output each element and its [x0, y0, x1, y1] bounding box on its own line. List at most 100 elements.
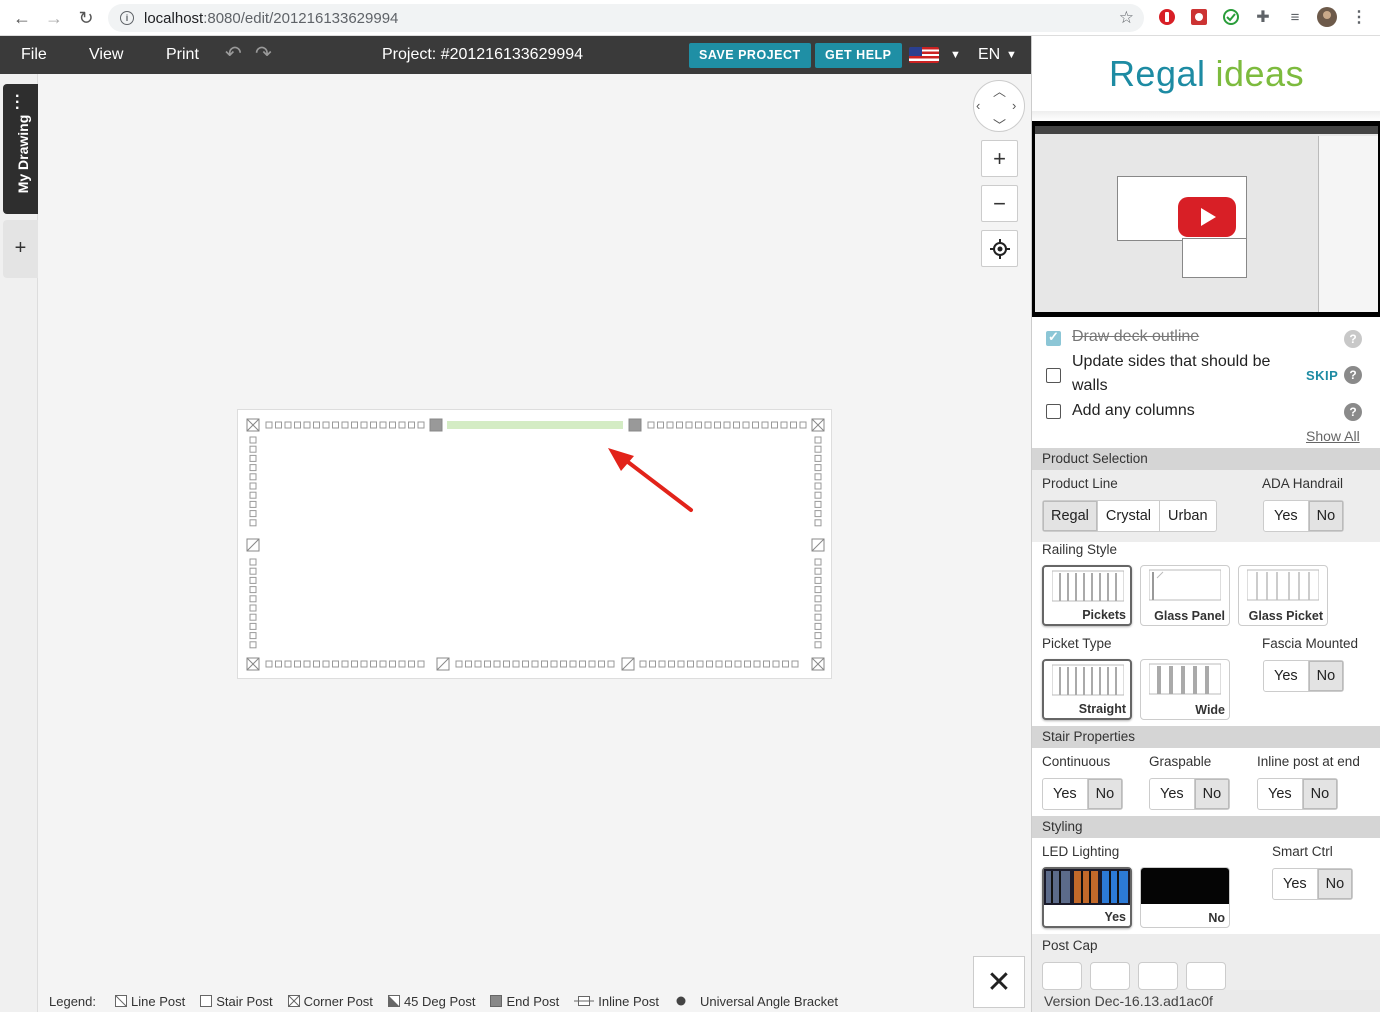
deck-drawing[interactable]: [237, 409, 832, 679]
stair-post[interactable]: [249, 445, 257, 453]
add-drawing-button[interactable]: +: [3, 220, 38, 278]
step-checkbox-update-sides[interactable]: [1046, 368, 1061, 383]
stair-post[interactable]: [744, 660, 751, 668]
stair-post[interactable]: [715, 660, 723, 668]
stair-post[interactable]: [370, 660, 377, 668]
stair-post[interactable]: [814, 567, 822, 575]
stair-post[interactable]: [249, 586, 257, 594]
stair-post[interactable]: [249, 454, 257, 462]
stair-post[interactable]: [249, 491, 257, 499]
inline-post-no[interactable]: No: [1302, 779, 1338, 809]
stair-post[interactable]: [249, 473, 257, 481]
led-lighting-no[interactable]: No: [1140, 867, 1230, 928]
redo-icon[interactable]: ↷: [255, 36, 272, 74]
stair-post[interactable]: [398, 660, 406, 668]
stair-post[interactable]: [668, 660, 675, 668]
undo-icon[interactable]: ↶: [225, 36, 242, 74]
stair-post[interactable]: [763, 660, 770, 668]
adblock-extension-icon[interactable]: [1156, 6, 1178, 28]
stair-post[interactable]: [814, 454, 822, 462]
stair-post[interactable]: [351, 421, 358, 429]
stair-post[interactable]: [322, 660, 330, 668]
pan-down-icon[interactable]: ﹀: [993, 115, 1006, 134]
stair-post[interactable]: [588, 660, 596, 668]
file-menu[interactable]: File: [21, 36, 47, 74]
stair-post[interactable]: [814, 586, 822, 594]
stair-post[interactable]: [814, 632, 822, 640]
corner-post[interactable]: [811, 657, 825, 671]
stair-post[interactable]: [351, 660, 358, 668]
stair-post[interactable]: [733, 421, 740, 429]
stair-post[interactable]: [753, 660, 761, 668]
corner-post[interactable]: [811, 418, 825, 432]
stair-post[interactable]: [249, 464, 257, 472]
stair-post[interactable]: [249, 567, 257, 575]
stair-post[interactable]: [560, 660, 567, 668]
pan-control[interactable]: ︿ ﹀ ‹ ›: [973, 80, 1025, 134]
stair-post[interactable]: [408, 421, 415, 429]
pan-left-icon[interactable]: ‹: [976, 98, 980, 113]
stair-post[interactable]: [639, 660, 647, 668]
stair-post[interactable]: [249, 436, 257, 444]
stair-post[interactable]: [484, 660, 491, 668]
language-select[interactable]: EN: [978, 36, 1000, 74]
stair-post[interactable]: [814, 641, 822, 649]
stair-post[interactable]: [814, 558, 822, 566]
selected-railing-section[interactable]: [447, 421, 623, 429]
stair-post[interactable]: [341, 421, 349, 429]
stair-post[interactable]: [531, 660, 539, 668]
help-icon[interactable]: ?: [1344, 330, 1362, 348]
help-icon[interactable]: ?: [1344, 366, 1362, 384]
stair-post[interactable]: [814, 482, 822, 490]
stair-post[interactable]: [249, 604, 257, 612]
stair-post[interactable]: [791, 660, 799, 668]
stair-post[interactable]: [579, 660, 586, 668]
skip-link[interactable]: SKIP: [1306, 368, 1338, 383]
bookmark-star-icon[interactable]: ☆: [1119, 8, 1134, 28]
stair-post[interactable]: [677, 660, 685, 668]
stair-post[interactable]: [814, 510, 822, 518]
continuous-no[interactable]: No: [1087, 779, 1123, 809]
stair-post[interactable]: [598, 660, 605, 668]
post-cap-option[interactable]: [1042, 962, 1082, 990]
stair-post[interactable]: [249, 613, 257, 621]
continuous-yes[interactable]: Yes: [1043, 779, 1088, 809]
stair-post[interactable]: [249, 641, 257, 649]
end-post[interactable]: [429, 418, 443, 432]
stair-post[interactable]: [313, 660, 320, 668]
stair-post[interactable]: [814, 604, 822, 612]
post-cap-option[interactable]: [1090, 962, 1130, 990]
media-icon[interactable]: ≡: [1284, 6, 1306, 28]
tutorial-video[interactable]: [1032, 121, 1380, 317]
smart-ctrl-no[interactable]: No: [1317, 869, 1353, 899]
picket-type-straight[interactable]: Straight: [1042, 659, 1132, 720]
stair-post[interactable]: [379, 421, 387, 429]
fascia-no[interactable]: No: [1308, 661, 1344, 691]
check-extension-icon[interactable]: [1220, 6, 1242, 28]
ada-yes[interactable]: Yes: [1264, 501, 1309, 531]
stair-post[interactable]: [503, 660, 510, 668]
stair-post[interactable]: [814, 622, 822, 630]
line-post[interactable]: [436, 657, 450, 671]
pan-up-icon[interactable]: ︿: [993, 81, 1006, 100]
chevron-down-icon[interactable]: ▼: [950, 36, 961, 74]
stair-post[interactable]: [284, 660, 292, 668]
stair-post[interactable]: [799, 421, 807, 429]
stair-post[interactable]: [782, 660, 789, 668]
stair-post[interactable]: [814, 491, 822, 499]
stair-post[interactable]: [685, 421, 693, 429]
stair-post[interactable]: [249, 632, 257, 640]
railing-style-glass-picket[interactable]: Glass Picket: [1238, 565, 1328, 626]
stair-post[interactable]: [249, 510, 257, 518]
post-cap-option[interactable]: [1138, 962, 1178, 990]
stair-post[interactable]: [687, 660, 694, 668]
stair-post[interactable]: [322, 421, 330, 429]
stair-post[interactable]: [772, 660, 780, 668]
line-post[interactable]: [811, 538, 825, 552]
deck-outline[interactable]: [238, 410, 833, 680]
stair-post[interactable]: [761, 421, 769, 429]
corner-post[interactable]: [246, 418, 260, 432]
stair-post[interactable]: [814, 519, 822, 527]
picket-type-wide[interactable]: Wide: [1140, 659, 1230, 720]
stair-post[interactable]: [370, 421, 377, 429]
